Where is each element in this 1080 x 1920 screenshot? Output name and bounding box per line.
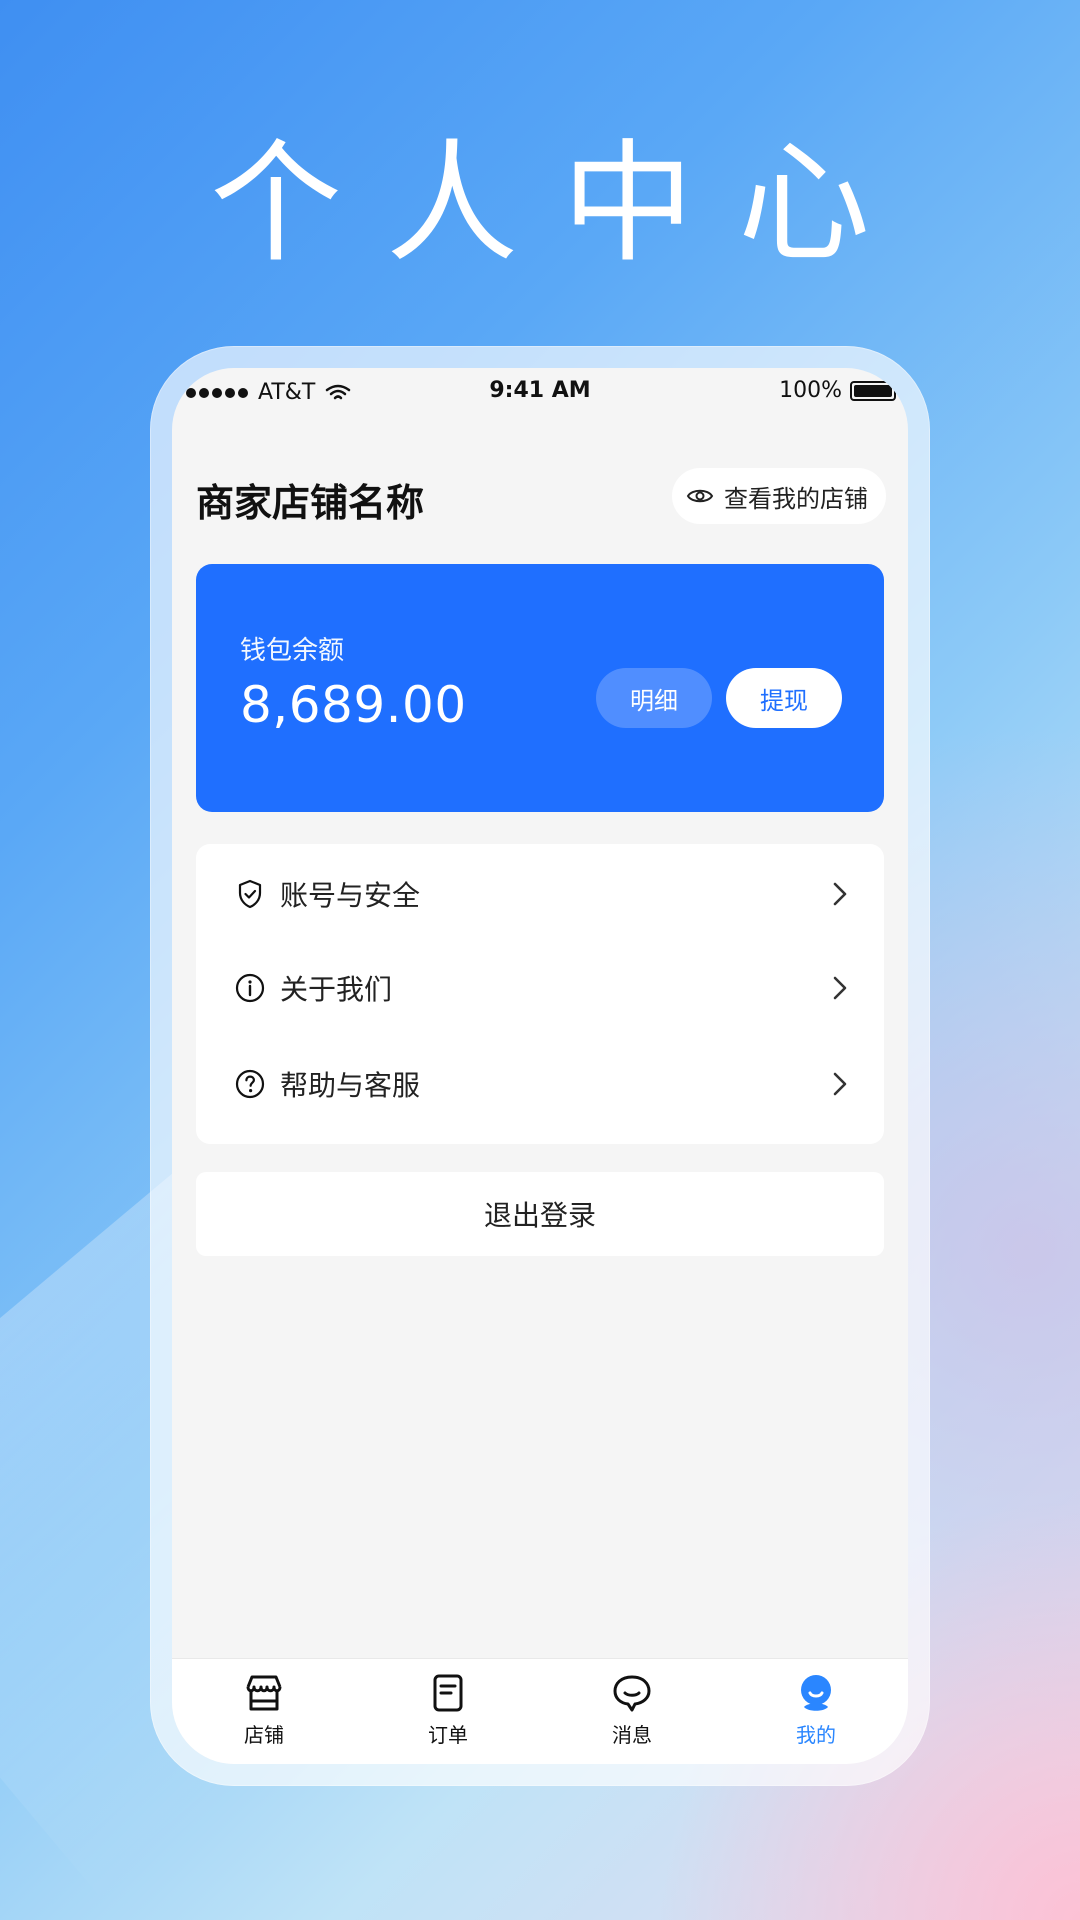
logout-button[interactable]: 退出登录 xyxy=(196,1172,884,1256)
tab-label: 我的 xyxy=(796,1723,836,1747)
wallet-detail-button[interactable]: 明细 xyxy=(596,668,712,728)
eye-icon xyxy=(686,489,714,503)
status-right: 100% xyxy=(779,378,900,403)
hero-title: 个人中心 xyxy=(210,127,914,281)
view-store-label: 查看我的店铺 xyxy=(724,484,868,513)
battery-percent: 100% xyxy=(779,378,842,403)
menu-item-label: 账号与安全 xyxy=(280,879,421,912)
wallet-balance-amount: 8,689.00 xyxy=(240,676,467,734)
view-store-button[interactable]: 查看我的店铺 xyxy=(672,468,886,524)
menu-item-label: 帮助与客服 xyxy=(280,1069,421,1102)
message-bubble-icon xyxy=(613,1675,651,1712)
shield-check-icon xyxy=(238,879,262,909)
chevron-right-icon xyxy=(833,1072,847,1096)
order-list-icon xyxy=(433,1674,463,1712)
status-bar: AT&T 9:41 AM 100% xyxy=(172,368,908,418)
tab-orders[interactable]: 订单 xyxy=(356,1659,540,1764)
menu-item-about-us[interactable]: 关于我们 xyxy=(196,940,884,1036)
app-screen: AT&T 9:41 AM 100% 商家店铺名称 查看我的店铺 钱包余额 8,6… xyxy=(172,368,908,1764)
phone-mockup: AT&T 9:41 AM 100% 商家店铺名称 查看我的店铺 钱包余额 8,6… xyxy=(150,346,930,1786)
tab-label: 消息 xyxy=(612,1723,652,1747)
wallet-actions: 明细 提现 xyxy=(596,668,842,728)
store-name-title: 商家店铺名称 xyxy=(196,481,425,525)
battery-icon xyxy=(850,380,900,401)
info-circle-icon xyxy=(235,973,265,1003)
tab-label: 店铺 xyxy=(244,1723,284,1747)
wallet-balance-label: 钱包余额 xyxy=(240,636,345,666)
store-icon xyxy=(246,1675,282,1711)
chevron-right-icon xyxy=(833,976,847,1000)
menu-item-help-support[interactable]: 帮助与客服 xyxy=(196,1036,884,1132)
menu-item-account-security[interactable]: 账号与安全 xyxy=(196,846,884,942)
wallet-card: 钱包余额 8,689.00 明细 提现 xyxy=(196,564,884,812)
tab-label: 订单 xyxy=(428,1723,468,1747)
profile-icon xyxy=(801,1675,831,1711)
tab-messages[interactable]: 消息 xyxy=(540,1659,724,1764)
chevron-right-icon xyxy=(833,882,847,906)
menu-item-label: 关于我们 xyxy=(280,973,393,1006)
settings-menu: 账号与安全 关于我们 帮助与客服 xyxy=(196,844,884,1144)
tab-store[interactable]: 店铺 xyxy=(172,1659,356,1764)
question-circle-icon xyxy=(235,1069,265,1099)
wallet-withdraw-button[interactable]: 提现 xyxy=(726,668,842,728)
bottom-tabbar: 店铺 订单 消息 我的 xyxy=(172,1658,908,1764)
tab-profile[interactable]: 我的 xyxy=(724,1659,908,1764)
